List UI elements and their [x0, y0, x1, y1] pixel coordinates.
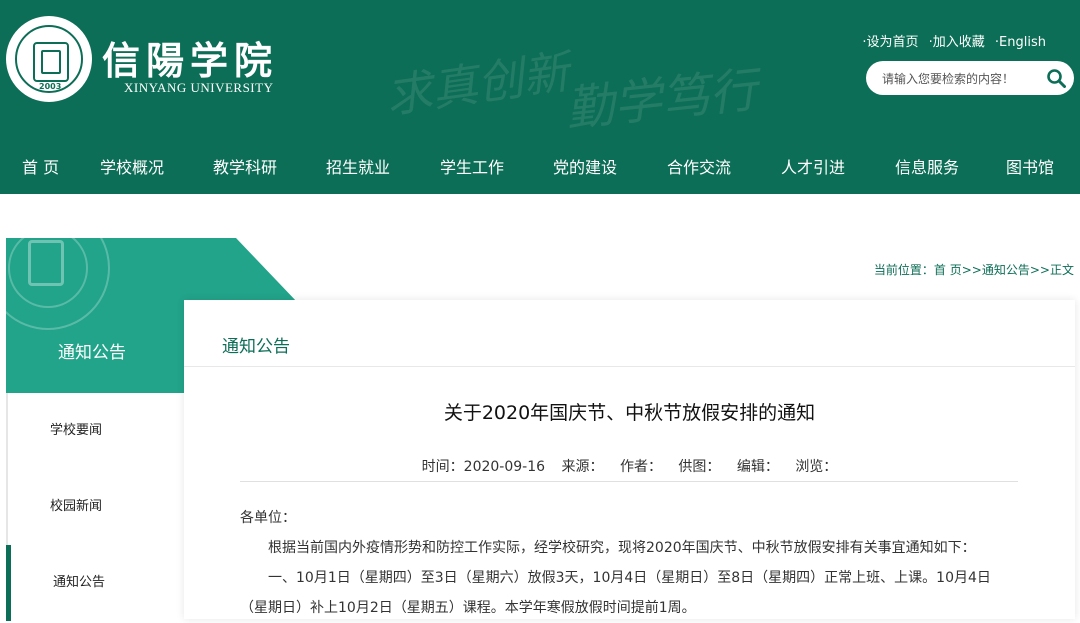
site-header: 求真创新 勤学笃行 2003 信陽学院 XINYANG UNIVERSITY ·… — [0, 0, 1080, 140]
nav-item-library[interactable]: 图书馆 — [1006, 140, 1054, 194]
logo-english[interactable]: XINYANG UNIVERSITY — [124, 80, 273, 96]
nav-item-party-building[interactable]: 党的建设 — [553, 140, 617, 194]
meta-time: 时间：2020-09-16 — [421, 459, 546, 475]
nav-item-cooperation[interactable]: 合作交流 — [667, 140, 731, 194]
university-emblem-icon[interactable]: 2003 — [6, 16, 92, 102]
search-input[interactable] — [880, 68, 1034, 90]
banner-emblem-icon — [6, 238, 110, 330]
meta-source: 来源： — [561, 459, 604, 475]
section-divider — [184, 366, 1075, 367]
slogan-line1: 求真创新 — [382, 44, 573, 124]
article-title: 关于2020年国庆节、中秋节放假安排的通知 — [443, 402, 816, 424]
nav-item-home[interactable]: 首 页 — [22, 140, 59, 194]
english-link[interactable]: ·English — [995, 35, 1046, 50]
article-body: 各单位： 根据当前国内外疫情形势和防控工作实际，经学校研究，现将2020年国庆节… — [240, 503, 1020, 623]
breadcrumb-prefix: 当前位置： — [873, 263, 934, 277]
emblem-year: 2003 — [39, 82, 62, 91]
breadcrumb-separator: >> — [961, 263, 982, 277]
article-meta: 时间：2020-09-16 来源： 作者： 供图： 编辑： 浏览： — [184, 456, 1075, 476]
search-icon[interactable] — [1046, 68, 1066, 88]
breadcrumb-home[interactable]: 首 页 — [934, 263, 962, 277]
article-paragraph: 一、10月1日（星期四）至3日（星期六）放假3天，10月4日（星期日）至8日（星… — [268, 570, 991, 586]
breadcrumb: 当前位置：首 页>>通知公告>>正文 — [874, 261, 1074, 278]
slogan-line2: 勤学笃行 — [563, 62, 760, 138]
meta-editor: 编辑： — [736, 459, 779, 475]
article-panel: 通知公告 关于2020年国庆节、中秋节放假安排的通知 时间：2020-09-16… — [184, 300, 1075, 619]
logo-chinese[interactable]: 信陽学院 — [102, 30, 278, 85]
sidebar-title: 通知公告 — [58, 343, 126, 363]
sidebar-menu: 学校要闻 校园新闻 通知公告 — [6, 393, 186, 621]
nav-item-admission[interactable]: 招生就业 — [326, 140, 390, 194]
top-links: ·设为首页 ·加入收藏 ·English — [856, 31, 1046, 50]
meta-views: 浏览： — [795, 459, 838, 475]
meta-divider — [240, 481, 1018, 482]
section-title: 通知公告 — [222, 337, 290, 357]
nav-item-teaching-research[interactable]: 教学科研 — [213, 140, 277, 194]
nav-item-student-affairs[interactable]: 学生工作 — [440, 140, 504, 194]
main-nav: 首 页 学校概况 教学科研 招生就业 学生工作 党的建设 合作交流 人才引进 信… — [0, 140, 1080, 194]
meta-author: 作者： — [619, 459, 662, 475]
nav-item-talent[interactable]: 人才引进 — [781, 140, 845, 194]
emblem-core — [33, 42, 69, 82]
sidebar-item-school-news[interactable]: 学校要闻 — [8, 393, 184, 469]
breadcrumb-separator: >> — [1029, 263, 1050, 277]
breadcrumb-section[interactable]: 通知公告 — [982, 263, 1030, 277]
nav-item-about[interactable]: 学校概况 — [100, 140, 164, 194]
article-greeting: 各单位： — [240, 510, 296, 526]
article-paragraph: 根据当前国内外疫情形势和防控工作实际，经学校研究，现将2020年国庆节、中秋节放… — [268, 540, 976, 556]
add-favorite-link[interactable]: ·加入收藏 — [929, 35, 985, 50]
meta-image: 供图： — [678, 459, 721, 475]
search-box — [866, 61, 1074, 95]
sidebar-item-notices[interactable]: 通知公告 — [6, 545, 182, 621]
breadcrumb-current: 正文 — [1049, 263, 1074, 277]
set-homepage-link[interactable]: ·设为首页 — [862, 35, 918, 50]
sidebar-item-campus-news[interactable]: 校园新闻 — [8, 469, 184, 545]
nav-item-info-service[interactable]: 信息服务 — [895, 140, 959, 194]
